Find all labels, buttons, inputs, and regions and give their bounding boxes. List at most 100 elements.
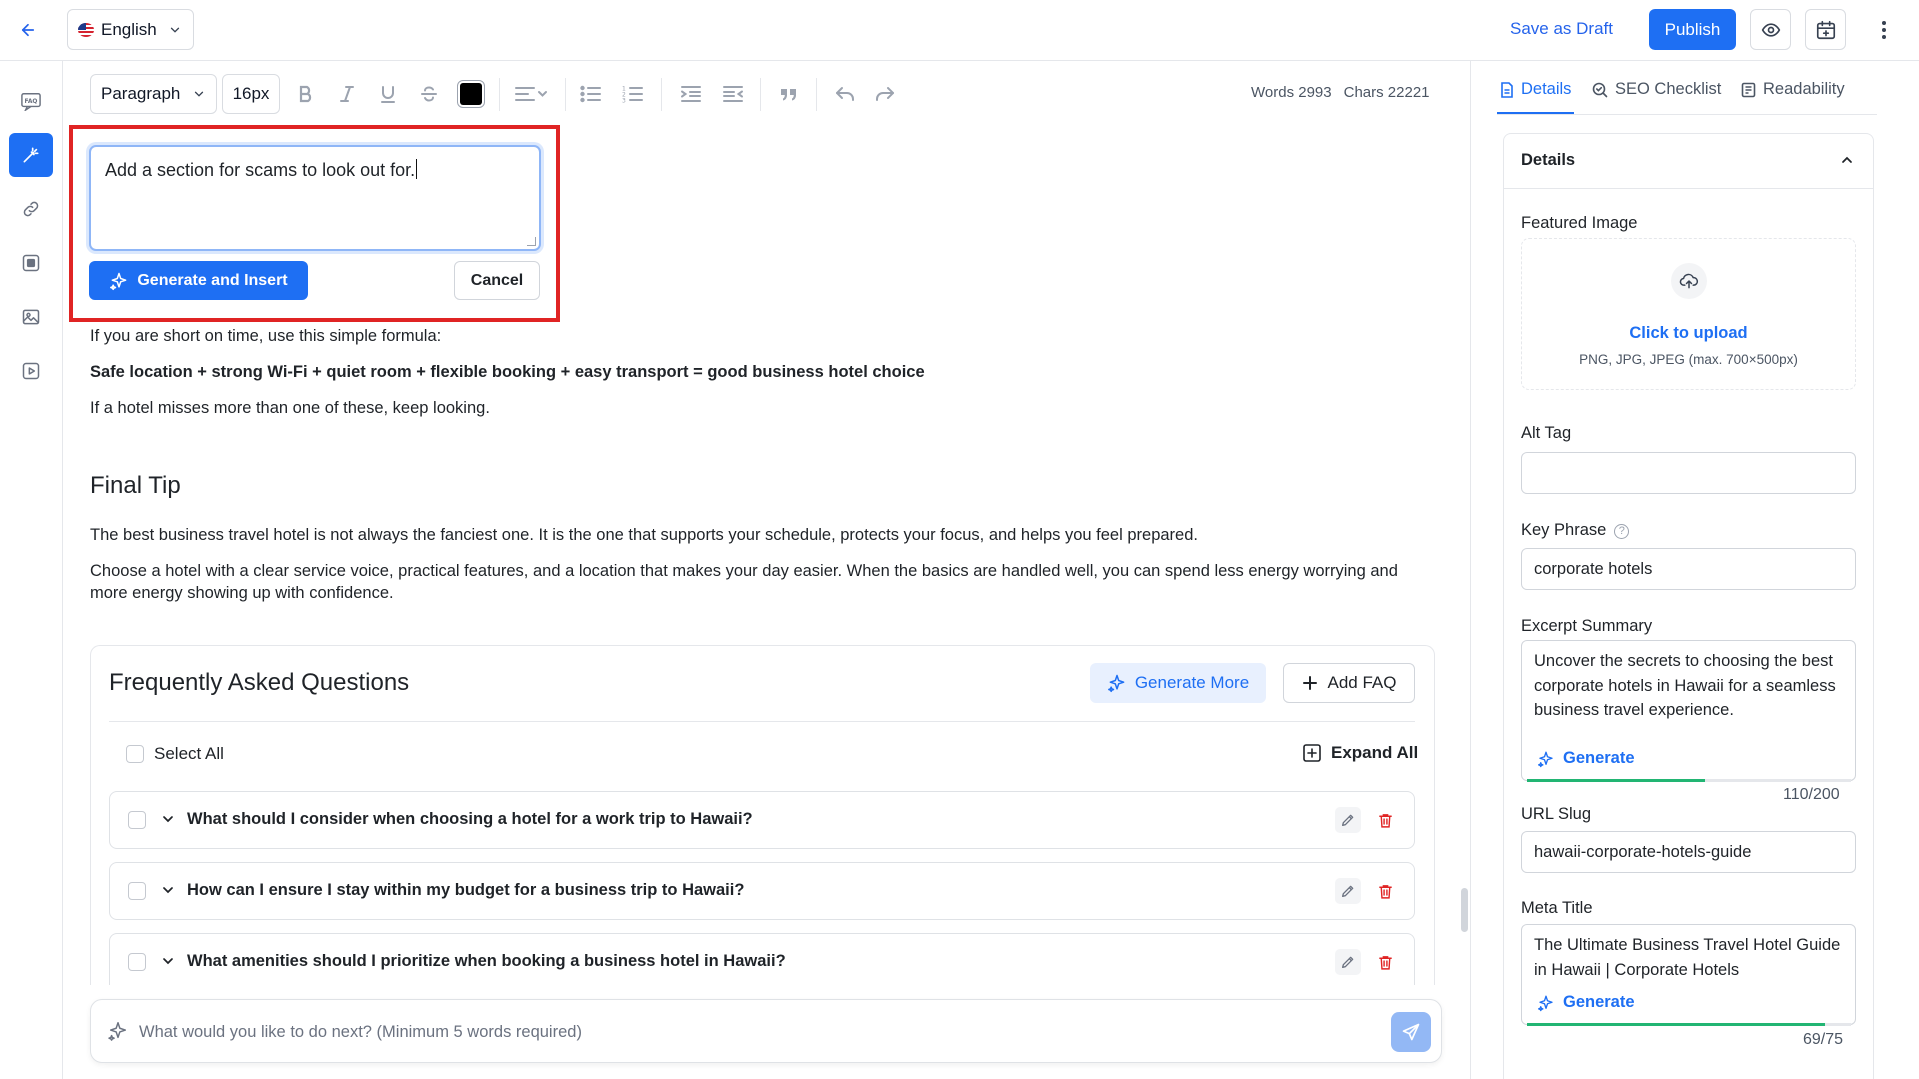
tab-details[interactable]: Details	[1500, 80, 1571, 99]
trash-icon[interactable]	[1372, 807, 1398, 833]
meta-generate-button[interactable]: Generate	[1537, 993, 1635, 1012]
us-flag-icon	[78, 22, 94, 37]
expand-all-label: Expand All	[1331, 743, 1419, 762]
faq-item-checkbox[interactable]	[128, 953, 146, 971]
active-tab-indicator	[1497, 112, 1574, 114]
details-title: Details	[1521, 151, 1576, 169]
save-as-draft-button[interactable]: Save as Draft	[1510, 15, 1613, 43]
undo-icon[interactable]	[830, 74, 860, 114]
generate-and-insert-button[interactable]: Generate and Insert	[89, 261, 308, 300]
eye-icon	[1761, 20, 1781, 40]
paragraph-2: Choose a hotel with a clear service voic…	[90, 562, 1398, 602]
image-icon[interactable]	[9, 295, 53, 339]
faq-item[interactable]: What should I consider when choosing a h…	[109, 791, 1415, 849]
text-color-button[interactable]	[455, 74, 487, 114]
excerpt-label: Excerpt Summary	[1521, 617, 1653, 635]
trash-icon[interactable]	[1372, 949, 1398, 975]
word-count: Words 2993	[1251, 84, 1332, 101]
font-size-label: 16px	[232, 84, 270, 103]
expand-all-button[interactable]: Expand All	[1302, 743, 1418, 763]
chevron-down-icon[interactable]	[160, 953, 176, 969]
generate-more-label: Generate More	[1134, 673, 1250, 692]
resize-handle[interactable]	[527, 237, 536, 246]
meta-title-length-bar	[1527, 1023, 1851, 1026]
pencil-icon[interactable]	[1335, 807, 1361, 833]
underline-icon[interactable]	[373, 74, 403, 114]
outdent-icon[interactable]	[718, 74, 748, 114]
ai-prompt-textarea[interactable]: Add a section for scams to look out for.	[89, 145, 541, 251]
section-heading: Final Tip	[90, 472, 181, 499]
chevron-down-icon[interactable]	[160, 811, 176, 827]
quote-icon[interactable]	[774, 74, 804, 114]
url-slug-input[interactable]	[1521, 831, 1856, 873]
excerpt-generate-button[interactable]: Generate	[1537, 749, 1635, 768]
indent-icon[interactable]	[676, 74, 706, 114]
expand-box-icon	[1302, 743, 1322, 763]
faq-item-checkbox[interactable]	[128, 882, 146, 900]
faq-tool-icon[interactable]: FAQ	[9, 79, 53, 123]
block-icon[interactable]	[9, 241, 53, 285]
help-icon[interactable]: ?	[1614, 523, 1630, 539]
language-selector[interactable]: English	[67, 9, 194, 50]
command-input[interactable]	[139, 1012, 1339, 1052]
preview-button[interactable]	[1750, 9, 1791, 50]
upload-cta[interactable]: Click to upload	[1522, 324, 1855, 343]
magic-wand-icon[interactable]	[9, 133, 53, 177]
paragraph-1: The best business travel hotel is not al…	[90, 526, 1198, 544]
align-icon[interactable]	[508, 74, 554, 114]
block-type-label: Paragraph	[101, 84, 181, 103]
chevron-down-icon	[192, 87, 206, 101]
key-phrase-input[interactable]	[1521, 548, 1856, 590]
sparkle-icon	[107, 1020, 129, 1042]
back-arrow-icon[interactable]	[14, 16, 42, 44]
chevron-down-icon[interactable]	[160, 882, 176, 898]
image-upload-dropzone[interactable]: Click to upload PNG, JPG, JPEG (max. 700…	[1521, 238, 1856, 390]
add-faq-button[interactable]: Add FAQ	[1283, 663, 1415, 703]
font-size-select[interactable]: 16px	[222, 74, 280, 114]
video-icon[interactable]	[9, 349, 53, 393]
trash-icon[interactable]	[1372, 878, 1398, 904]
calendar-plus-icon	[1815, 19, 1837, 41]
excerpt-counter: 110/200	[1783, 786, 1840, 803]
italic-icon[interactable]	[332, 74, 362, 114]
faq-title: Frequently Asked Questions	[109, 669, 410, 696]
generate-more-button[interactable]: Generate More	[1090, 663, 1266, 703]
faq-divider	[109, 721, 1415, 722]
pencil-icon[interactable]	[1335, 878, 1361, 904]
tab-divider	[1497, 114, 1877, 115]
details-header[interactable]: Details	[1503, 133, 1874, 189]
cloud-upload-icon	[1671, 263, 1707, 299]
alt-tag-input[interactable]	[1521, 452, 1856, 494]
bullet-list-icon[interactable]	[576, 74, 606, 114]
chevron-down-icon	[168, 23, 182, 37]
meta-title-counter: 69/75	[1803, 1031, 1844, 1048]
faq-item-checkbox[interactable]	[128, 811, 146, 829]
faq-item[interactable]: How can I ensure I stay within my budget…	[109, 862, 1415, 920]
numbered-list-icon[interactable]: 123	[618, 74, 648, 114]
sparkle-icon	[1537, 994, 1555, 1012]
generate-and-insert-label: Generate and Insert	[137, 271, 288, 289]
bold-icon[interactable]	[291, 74, 321, 114]
excerpt-length-fill	[1527, 779, 1706, 782]
command-bar	[90, 999, 1442, 1063]
key-phrase-label-text: Key Phrase	[1521, 521, 1607, 539]
redo-icon[interactable]	[870, 74, 900, 114]
pencil-icon[interactable]	[1335, 949, 1361, 975]
link-icon[interactable]	[9, 187, 53, 231]
send-icon[interactable]	[1391, 1012, 1431, 1052]
prompt-text: Add a section for scams to look out for.	[105, 160, 416, 180]
tab-readability[interactable]: Readability	[1741, 80, 1845, 99]
strikethrough-icon[interactable]	[414, 74, 444, 114]
publish-button[interactable]: Publish	[1649, 9, 1736, 50]
tab-seo-checklist[interactable]: SEO Checklist	[1592, 80, 1721, 99]
chevron-up-icon[interactable]	[1839, 152, 1855, 168]
scrollbar-thumb[interactable]	[1461, 888, 1468, 932]
faq-item[interactable]: What amenities should I prioritize when …	[109, 933, 1415, 985]
cancel-button[interactable]: Cancel	[454, 261, 540, 300]
schedule-button[interactable]	[1805, 9, 1846, 50]
block-type-select[interactable]: Paragraph	[90, 74, 217, 114]
more-options-icon[interactable]	[1872, 16, 1896, 44]
toolbar-divider	[816, 78, 817, 111]
char-count: Chars 22221	[1343, 84, 1430, 101]
select-all-checkbox[interactable]	[126, 745, 144, 763]
